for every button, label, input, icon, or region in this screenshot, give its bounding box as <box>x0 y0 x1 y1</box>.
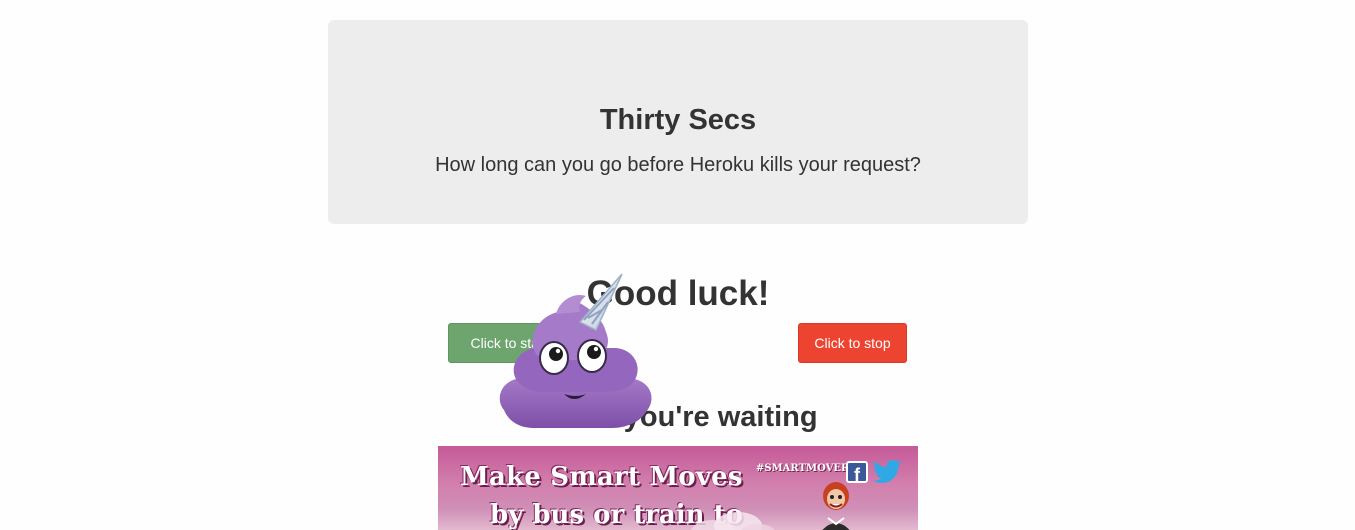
page-subtitle: How long can you go before Heroku kills … <box>435 154 921 176</box>
jumbotron: Thirty Secs How long can you go before H… <box>328 20 1028 224</box>
mascot-figure-graphic <box>822 482 850 530</box>
ad-hashtag: #SMARTMOVERS <box>756 463 857 474</box>
stop-button[interactable]: Click to stop <box>798 323 907 363</box>
twitter-icon[interactable] <box>872 459 902 485</box>
smoke-cloud-graphic <box>691 512 775 530</box>
unicorn-poo-emoji-icon <box>499 273 652 428</box>
page-title: Thirty Secs <box>599 104 757 136</box>
ad-headline: Make Smart Moves <box>460 462 743 492</box>
advertisement-banner[interactable]: Make Smart Moves by bus or train to #SMA… <box>438 446 918 530</box>
page: Thirty Secs How long can you go before H… <box>0 0 1355 530</box>
